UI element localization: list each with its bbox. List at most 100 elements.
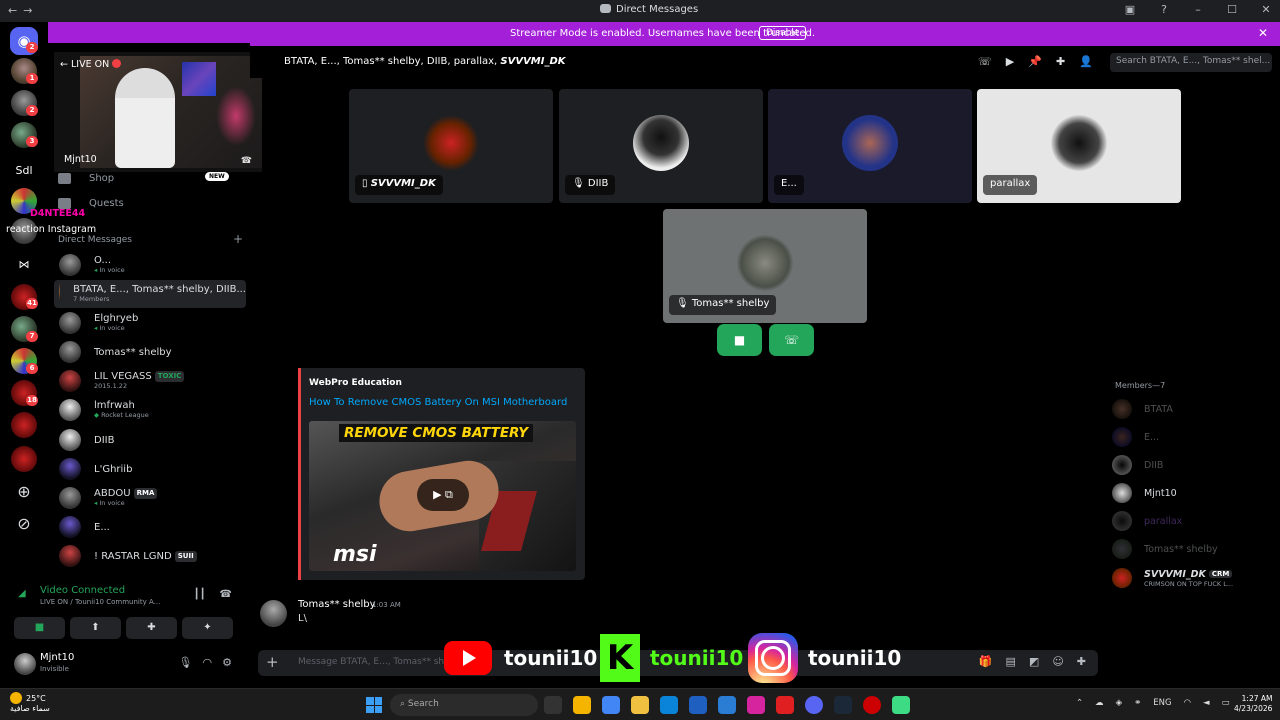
emoji-icon[interactable]: ☺	[1052, 655, 1063, 668]
app-tray-icon[interactable]: ◈	[1116, 698, 1123, 708]
add-friends-icon[interactable]: ✚	[1056, 55, 1065, 68]
live-indicator[interactable]: ← LIVE ON	[60, 59, 122, 70]
settings-icon[interactable]: ⚙	[222, 656, 232, 669]
help-icon[interactable]: ?	[1158, 3, 1170, 16]
instagram-app-icon[interactable]	[747, 696, 765, 714]
voice-call-icon[interactable]: ☏	[978, 55, 992, 68]
message-author[interactable]: Tomas** shelby	[298, 599, 376, 610]
edge-icon[interactable]	[660, 696, 678, 714]
avatar[interactable]	[14, 653, 36, 675]
add-server-icon[interactable]: ⊕	[11, 480, 37, 506]
avatar	[59, 283, 61, 305]
stream-preview[interactable]: ← LIVE ON Mjnt10 ☎	[54, 52, 262, 172]
chrome-icon[interactable]	[602, 696, 620, 714]
close-icon[interactable]: ✕	[1258, 26, 1268, 40]
steam-icon[interactable]	[834, 696, 852, 714]
server-icon[interactable]: ⋈	[11, 252, 37, 278]
screenshare-button[interactable]: ⬆	[70, 617, 121, 639]
member-item[interactable]: DIIB	[1112, 454, 1276, 476]
maximize-button[interactable]: ☐	[1226, 3, 1238, 16]
participant-tile[interactable]: 🎙 Tomas** shelby	[663, 209, 867, 323]
dm-item[interactable]: ! RASTAR LGND SUII	[54, 542, 246, 570]
battery-icon[interactable]: ▭	[1222, 698, 1230, 708]
onedrive-icon[interactable]: ☁	[1095, 698, 1104, 708]
app-icon[interactable]	[573, 696, 591, 714]
message-input[interactable]: Message BTATA, E..., Tomas** sh	[298, 657, 444, 667]
dm-item[interactable]: LIL VEGASS TOXIC 2015.1.22	[54, 367, 246, 395]
chevron-up-icon[interactable]: ⌃	[1076, 698, 1083, 708]
video-thumbnail[interactable]: REMOVE CMOS BATTERY msi ▶ ⧉	[309, 421, 576, 571]
join-voice-button[interactable]: ☏	[769, 324, 814, 356]
disconnect-icon[interactable]: ☎	[220, 589, 232, 600]
play-icon[interactable]: ▶ ⧉	[417, 479, 469, 511]
inbox-icon[interactable]: ▣	[1124, 3, 1136, 16]
dm-item[interactable]: O... ◂ In voice	[54, 251, 246, 279]
participant-tile[interactable]: parallax	[977, 89, 1181, 203]
embed-title-link[interactable]: How To Remove CMOS Battery On MSI Mother…	[309, 397, 567, 408]
clock[interactable]: 1:27 AM 4/23/2026	[1234, 694, 1272, 714]
member-item[interactable]: BTATA	[1112, 398, 1276, 420]
voice-channel[interactable]: LIVE ON / Tounii10 Community A...	[40, 598, 160, 606]
add-dm-icon[interactable]: +	[233, 233, 243, 245]
sticker-icon[interactable]: ◩	[1029, 655, 1039, 668]
camera-button[interactable]: ■	[14, 617, 65, 639]
app-icon[interactable]	[776, 696, 794, 714]
embed-provider[interactable]: WebPro Education	[309, 378, 402, 388]
gif-icon[interactable]: ▤	[1006, 655, 1016, 668]
disable-button[interactable]: Disable	[759, 26, 807, 40]
clan-tag: RMA	[133, 488, 158, 499]
dm-item[interactable]: E...	[54, 513, 246, 541]
mic-icon[interactable]: 🎙	[179, 656, 193, 669]
member-item[interactable]: SVVVMI_DK CRM CRIMSON ON TOP FUCK L...	[1112, 566, 1276, 590]
language-indicator[interactable]: ENG	[1153, 698, 1171, 708]
weather-widget[interactable]: 25°C سماء صافية	[10, 692, 50, 714]
store-icon[interactable]	[689, 696, 707, 714]
headphones-icon[interactable]: ◠	[203, 656, 213, 669]
server-icon[interactable]: Sdl	[11, 158, 37, 184]
file-explorer-icon[interactable]	[631, 696, 649, 714]
participant-tile[interactable]: E...	[768, 89, 972, 203]
dm-item[interactable]: Tomas** shelby	[54, 338, 246, 366]
member-item[interactable]: Mjnt10	[1112, 482, 1276, 504]
discord-app-icon[interactable]	[805, 696, 823, 714]
android-icon[interactable]	[892, 696, 910, 714]
apps-icon[interactable]: ✚	[1077, 655, 1086, 668]
close-button[interactable]: ✕	[1260, 3, 1272, 16]
server-icon[interactable]	[11, 412, 37, 438]
minimize-button[interactable]: –	[1192, 3, 1204, 16]
video-call-icon[interactable]: ▶	[1006, 55, 1014, 68]
participant-tile[interactable]: ▯ SVVVMI_DK	[349, 89, 553, 203]
dm-item-group[interactable]: BTATA, E..., Tomas** shelby, DIIB... 7 Me…	[54, 280, 246, 308]
volume-icon[interactable]: ◄	[1203, 698, 1210, 708]
dm-item[interactable]: DIIB	[54, 426, 246, 454]
member-item[interactable]: parallax	[1112, 510, 1276, 532]
pin-icon[interactable]: 📌	[1028, 55, 1042, 68]
wifi-icon[interactable]: ◠	[1184, 698, 1191, 708]
attach-icon[interactable]: +	[266, 653, 279, 671]
server-icon[interactable]	[11, 446, 37, 472]
taskbar-search[interactable]: ⌕ Search	[390, 694, 538, 716]
disconnect-icon[interactable]: ☎	[241, 156, 252, 166]
outlook-icon[interactable]	[718, 696, 736, 714]
task-view-icon[interactable]	[544, 696, 562, 714]
dm-item[interactable]: ABDOU RMA ◂ In voice	[54, 484, 246, 512]
search-input[interactable]: Search BTATA, E..., Tomas** shel...	[1110, 53, 1272, 72]
usb-icon[interactable]: ⚭	[1134, 698, 1141, 708]
noise-suppression-icon[interactable]: ┃┃	[193, 589, 205, 600]
start-button[interactable]	[366, 697, 382, 713]
participant-tile[interactable]: 🎙 DIIB	[559, 89, 763, 203]
join-video-button[interactable]: ■	[717, 324, 762, 356]
activities-button[interactable]: ✚	[126, 617, 177, 639]
gift-icon[interactable]: 🎁	[979, 655, 993, 668]
back-forward-icon[interactable]: ←→	[8, 4, 38, 17]
discover-icon[interactable]: ⊘	[11, 512, 37, 538]
dm-item[interactable]: L'Ghriib	[54, 455, 246, 483]
member-item[interactable]: Tomas** shelby	[1112, 538, 1276, 560]
members-icon[interactable]: 👤	[1079, 55, 1093, 68]
soundboard-button[interactable]: ✦	[182, 617, 233, 639]
dm-item[interactable]: lmfrwah ◆ Rocket League	[54, 396, 246, 424]
dm-item[interactable]: Elghryeb ◂ In voice	[54, 309, 246, 337]
member-item[interactable]: E...	[1112, 426, 1276, 448]
obs-icon[interactable]	[863, 696, 881, 714]
avatar[interactable]	[260, 600, 287, 627]
